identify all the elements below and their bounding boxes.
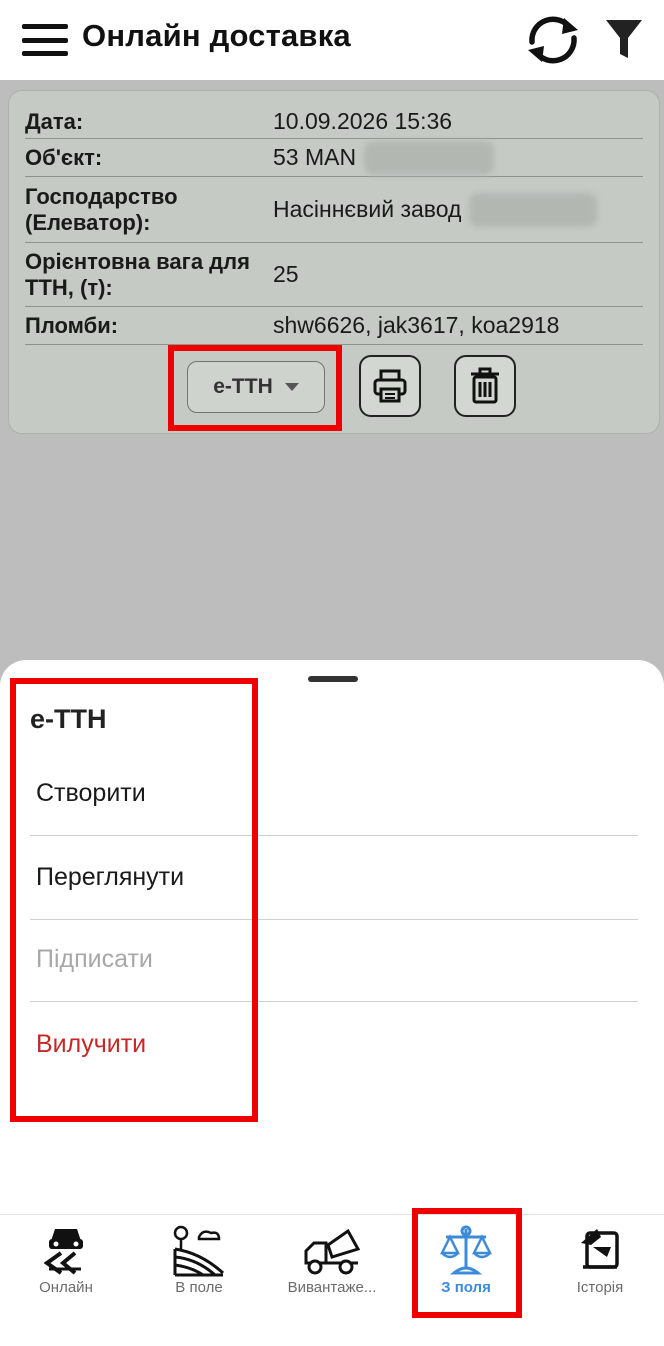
field-icon [173,1225,225,1277]
dump-truck-icon [304,1228,361,1275]
weight-value: 25 [273,261,299,287]
farm-label: Господарство (Елеватор): [25,183,178,235]
road-icon [43,1229,83,1275]
nav-label-to-field: В поле [175,1279,223,1296]
sheet-drag-handle[interactable] [308,676,358,682]
history-icon [581,1229,619,1269]
row-weight: Орієнтовна вага для ТТН, (т): 25 [25,243,643,307]
object-value: 53 MAN [273,144,357,170]
print-button[interactable] [359,355,421,417]
row-date: Дата: 10.09.2026 15:36 [25,105,643,139]
hamburger-menu-icon[interactable] [22,24,68,56]
printer-icon [373,369,407,403]
highlight-frame [10,678,258,1122]
weight-label: Орієнтовна вага для ТТН, (т): [25,248,250,300]
row-seals: Пломби: shw6626, jak3617, koa2918 [25,307,643,345]
app-header: Онлайн доставка [0,0,664,80]
row-farm: Господарство (Елеватор): Насіннєвий заво… [25,177,643,243]
bottom-navigation: Онлайн В поле Вивантаже... З поля Історі… [0,1214,664,1346]
delete-button[interactable] [454,355,516,417]
nav-item-history[interactable]: Історія [534,1215,664,1315]
nav-item-unloading[interactable]: Вивантаже... [266,1215,398,1315]
filter-icon[interactable] [604,16,644,62]
redacted-area [469,192,598,227]
refresh-icon[interactable] [522,12,584,68]
seals-label: Пломби: [25,312,119,338]
row-object: Об'єкт: 53 MAN [25,139,643,177]
farm-value: Насіннєвий завод [273,196,462,222]
date-label: Дата: [25,108,84,134]
highlight-frame [412,1208,522,1318]
nav-item-online[interactable]: Онлайн [0,1215,132,1315]
nav-label-history: Історія [576,1279,624,1296]
redacted-area [364,140,495,175]
nav-label-unloading: Вивантаже... [287,1279,377,1296]
date-value: 10.09.2026 15:36 [273,108,453,134]
nav-item-to-field[interactable]: В поле [133,1215,265,1315]
seals-value: shw6626, jak3617, koa2918 [273,312,560,338]
nav-label-online: Онлайн [39,1279,93,1296]
object-label: Об'єкт: [25,144,103,170]
trash-icon [471,367,499,404]
highlight-frame [168,345,342,431]
page-title: Онлайн доставка [82,18,351,53]
